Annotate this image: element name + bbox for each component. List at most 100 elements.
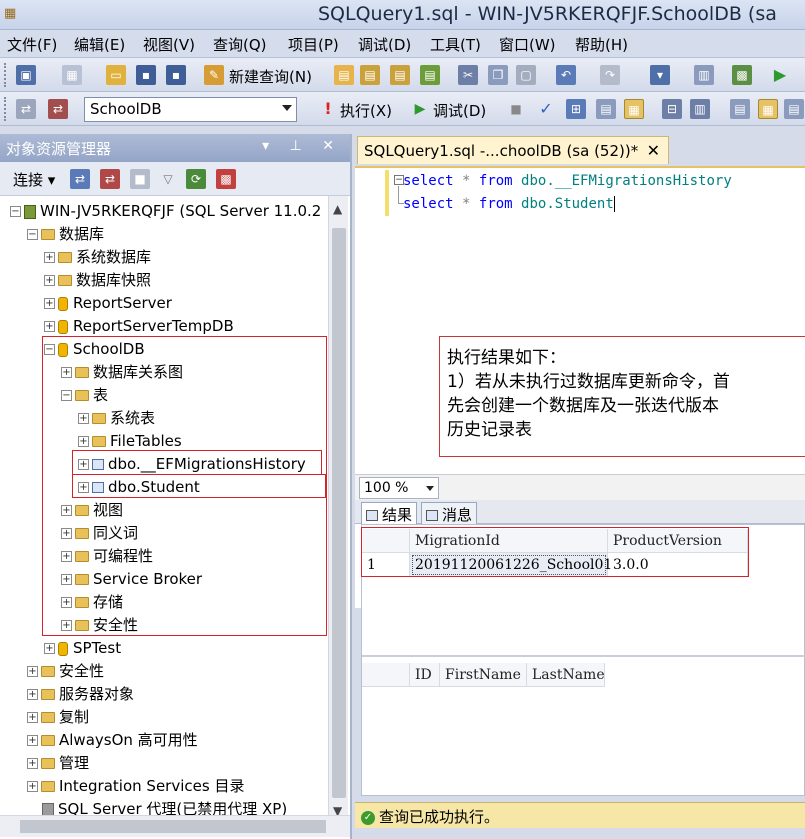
- save-all-icon[interactable]: ▪: [166, 65, 186, 85]
- expand-icon[interactable]: +: [44, 298, 55, 309]
- scroll-thumb[interactable]: [332, 228, 346, 798]
- expand-icon[interactable]: +: [61, 574, 72, 585]
- refresh-icon[interactable]: ⟳: [186, 169, 206, 189]
- close-icon[interactable]: ✕: [647, 141, 660, 160]
- tree-node-replication[interactable]: + 复制: [27, 706, 89, 729]
- menu-tools[interactable]: 工具(T): [430, 34, 481, 55]
- tree-node-server-objects[interactable]: + 服务器对象: [27, 683, 134, 706]
- column-header[interactable]: MigrationId: [410, 529, 608, 553]
- query-designer-icon[interactable]: ▤: [596, 99, 616, 119]
- column-header[interactable]: FirstName: [440, 663, 527, 687]
- expand-icon[interactable]: +: [78, 436, 89, 447]
- connect-object-icon[interactable]: ⇄: [70, 169, 90, 189]
- debug-button[interactable]: 调试(D): [433, 100, 486, 121]
- estimated-plan-icon[interactable]: ⊞: [566, 99, 586, 119]
- grid-splitter[interactable]: [362, 655, 805, 657]
- tree-node-filetables[interactable]: + FileTables: [78, 430, 182, 453]
- navigate-icon[interactable]: ▾: [650, 65, 670, 85]
- include-plan-icon[interactable]: ⊟: [662, 99, 682, 119]
- menu-query[interactable]: 查询(Q): [213, 34, 267, 55]
- scroll-up-icon[interactable]: ▲: [333, 202, 342, 216]
- connect-dropdown[interactable]: 连接 ▾: [13, 169, 55, 190]
- tree-node-security[interactable]: + 安全性: [27, 660, 104, 683]
- tree-node-reportserver[interactable]: + ReportServer: [44, 292, 172, 315]
- expand-icon[interactable]: +: [44, 275, 55, 286]
- results-to-grid-icon[interactable]: ▦: [624, 99, 644, 119]
- solution-explorer-icon[interactable]: ▥: [694, 65, 714, 85]
- column-header[interactable]: LastName: [527, 663, 605, 687]
- results-grid-toggle-icon[interactable]: ▦: [758, 99, 778, 119]
- expand-icon[interactable]: +: [27, 735, 38, 746]
- open-file-icon[interactable]: ▭: [106, 65, 126, 85]
- expand-icon[interactable]: +: [78, 413, 89, 424]
- collapse-icon[interactable]: −: [44, 344, 55, 355]
- column-header[interactable]: ID: [410, 663, 440, 687]
- menu-window[interactable]: 窗口(W): [499, 34, 556, 55]
- tree-node-service-broker[interactable]: + Service Broker: [61, 568, 202, 591]
- expand-icon[interactable]: +: [44, 252, 55, 263]
- menu-help[interactable]: 帮助(H): [575, 34, 628, 55]
- parse-icon[interactable]: ✓: [536, 99, 556, 119]
- expand-icon[interactable]: +: [44, 321, 55, 332]
- toolbar-grip[interactable]: [4, 63, 7, 87]
- new-query-button[interactable]: 新建查询(N): [229, 66, 312, 87]
- collapse-icon[interactable]: −: [61, 390, 72, 401]
- tree-node-tables[interactable]: − 表: [61, 384, 108, 407]
- expand-icon[interactable]: +: [61, 551, 72, 562]
- tree-node-system-tables[interactable]: + 系统表: [78, 407, 155, 430]
- row-number[interactable]: 1: [362, 553, 410, 577]
- menu-view[interactable]: 视图(V): [143, 34, 195, 55]
- grid-layout-icon[interactable]: ▦: [62, 65, 82, 85]
- expand-icon[interactable]: +: [61, 597, 72, 608]
- expand-icon[interactable]: +: [78, 482, 89, 493]
- tree-node-views[interactable]: + 视图: [61, 499, 123, 522]
- tree-node-reportservertempdb[interactable]: + ReportServerTempDB: [44, 315, 234, 338]
- document-tab[interactable]: SQLQuery1.sql -...choolDB (sa (52))* ✕: [357, 136, 669, 164]
- grid-cell[interactable]: 20191120061226_School01: [410, 553, 612, 577]
- collapse-icon[interactable]: −: [10, 206, 21, 217]
- disconnect-icon[interactable]: ⇄: [48, 99, 68, 119]
- activity-icon[interactable]: ▩: [216, 169, 236, 189]
- menu-debug[interactable]: 调试(D): [358, 34, 411, 55]
- tree-horizontal-scrollbar[interactable]: [0, 815, 350, 837]
- results-to-text-icon[interactable]: ▤: [730, 99, 750, 119]
- tree-node-efmigrationshistory[interactable]: + dbo.__EFMigrationsHistory: [78, 453, 306, 476]
- grid-cell[interactable]: 3.0.0: [608, 553, 748, 577]
- panel-window-buttons[interactable]: ▾ ⊥ ✕: [262, 138, 342, 154]
- collapse-icon[interactable]: −: [27, 229, 38, 240]
- filter-icon[interactable]: ▽: [158, 169, 178, 189]
- redo-icon[interactable]: ↷: [600, 65, 620, 85]
- toolbar-grip[interactable]: [4, 97, 7, 121]
- tree-node-sptest[interactable]: + SPTest: [44, 637, 121, 660]
- disconnect-object-icon[interactable]: ⇄: [100, 169, 120, 189]
- menu-project[interactable]: 项目(P): [288, 34, 339, 55]
- expand-icon[interactable]: +: [27, 689, 38, 700]
- tree-node-schooldb[interactable]: − SchoolDB: [44, 338, 145, 361]
- expand-icon[interactable]: +: [61, 505, 72, 516]
- expand-icon[interactable]: +: [27, 781, 38, 792]
- expand-icon[interactable]: +: [27, 712, 38, 723]
- tree-node-system-databases[interactable]: + 系统数据库: [44, 246, 151, 269]
- cancel-query-icon[interactable]: ■: [506, 99, 526, 119]
- object-explorer-icon[interactable]: ▣: [16, 65, 36, 85]
- expand-icon[interactable]: +: [27, 758, 38, 769]
- expand-icon[interactable]: +: [61, 620, 72, 631]
- copy-icon[interactable]: ❐: [488, 65, 508, 85]
- tree-node-server[interactable]: − WIN-JV5RKERQFJF (SQL Server 11.0.2: [10, 200, 321, 223]
- tree-node-database-snapshots[interactable]: + 数据库快照: [44, 269, 151, 292]
- zoom-select[interactable]: 100 %: [359, 477, 439, 499]
- available-databases-select[interactable]: SchoolDB: [84, 97, 297, 122]
- tree-node-management[interactable]: + 管理: [27, 752, 89, 775]
- tree-node-integration-services[interactable]: + Integration Services 目录: [27, 775, 244, 798]
- mdx-query-icon[interactable]: ▤: [360, 65, 380, 85]
- database-engine-query-icon[interactable]: ▤: [334, 65, 354, 85]
- expand-icon[interactable]: +: [27, 666, 38, 677]
- tree-node-database-diagrams[interactable]: + 数据库关系图: [61, 361, 183, 384]
- column-header[interactable]: ProductVersion: [608, 529, 748, 553]
- tree-node-student[interactable]: + dbo.Student: [78, 476, 200, 499]
- expand-icon[interactable]: +: [44, 643, 55, 654]
- new-query-icon[interactable]: ✎: [204, 65, 224, 85]
- connect-icon[interactable]: ⇄: [16, 99, 36, 119]
- tab-results[interactable]: 结果: [361, 502, 418, 524]
- tab-messages[interactable]: 消息: [421, 502, 478, 524]
